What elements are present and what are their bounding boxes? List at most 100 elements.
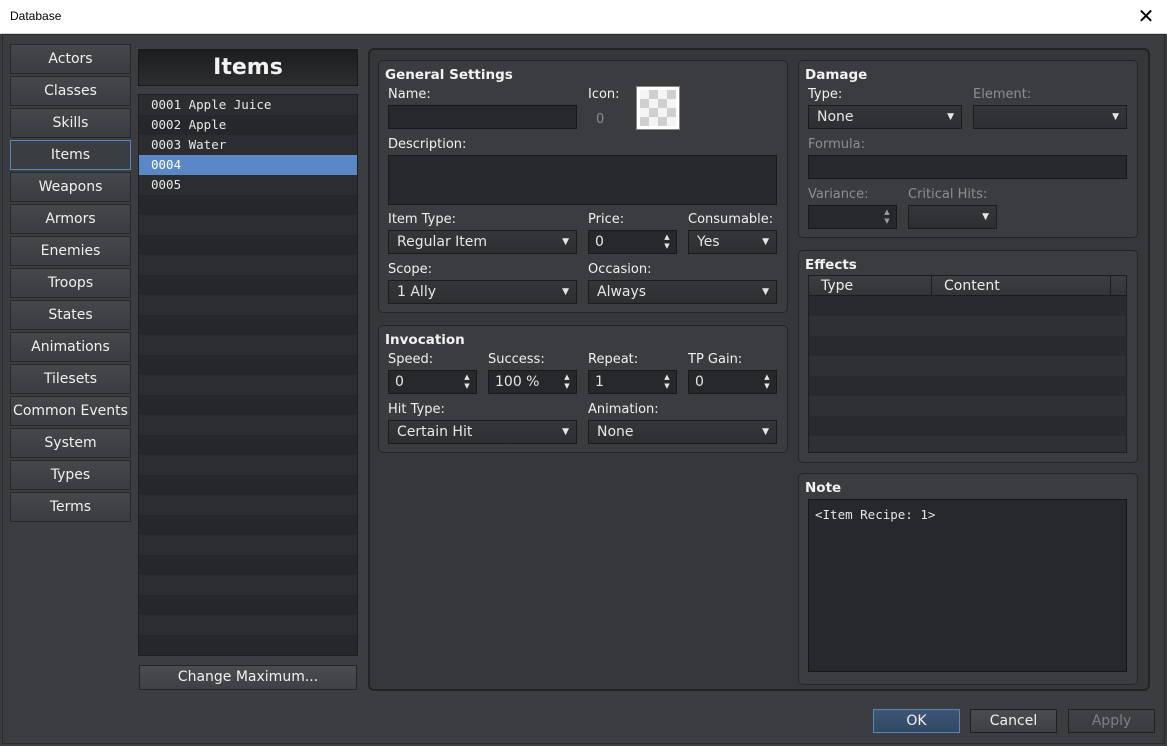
description-field[interactable] (388, 155, 777, 205)
tab-troops[interactable]: Troops (10, 268, 131, 298)
transparent-icon (640, 90, 676, 126)
icon-index: 0 (596, 112, 605, 127)
tab-states[interactable]: States (10, 300, 131, 330)
list-item[interactable]: 0001 Apple Juice (139, 95, 357, 115)
close-icon[interactable]: ✕ (1135, 5, 1157, 27)
animation-dropdown[interactable]: None ▼ (588, 420, 777, 444)
speed-stepper[interactable]: 0 ▲ ▼ (388, 370, 477, 394)
damage-type-dropdown[interactable]: None ▼ (808, 105, 962, 129)
animation-label: Animation: (588, 402, 659, 417)
name-field[interactable] (388, 105, 577, 129)
repeat-value: 1 (595, 374, 604, 390)
tab-terms[interactable]: Terms (10, 492, 131, 522)
cancel-button[interactable]: Cancel (970, 709, 1057, 733)
tab-types[interactable]: Types (10, 460, 131, 490)
effects-table-header: Type Content (809, 276, 1126, 296)
tab-animations[interactable]: Animations (10, 332, 131, 362)
critical-hits-label: Critical Hits: (908, 187, 988, 202)
formula-field[interactable] (808, 155, 1127, 179)
damage-title: Damage (805, 67, 868, 83)
hit-type-value: Certain Hit (397, 424, 473, 440)
spin-arrows-icon[interactable]: ▲ ▼ (462, 373, 472, 391)
tab-items[interactable]: Items (10, 140, 131, 170)
spin-arrows-icon[interactable]: ▲ ▼ (662, 373, 672, 391)
item-type-dropdown[interactable]: Regular Item ▼ (388, 230, 577, 254)
chevron-down-icon: ▼ (562, 287, 569, 297)
repeat-stepper[interactable]: 1 ▲ ▼ (588, 370, 677, 394)
tab-common-events[interactable]: Common Events (10, 396, 131, 426)
tab-armors[interactable]: Armors (10, 204, 131, 234)
price-label: Price: (588, 212, 625, 227)
damage-type-value: None (817, 109, 854, 125)
tab-tilesets[interactable]: Tilesets (10, 364, 131, 394)
list-item[interactable]: 0002 Apple (139, 115, 357, 135)
window-title: Database (10, 9, 62, 23)
hit-type-dropdown[interactable]: Certain Hit ▼ (388, 420, 577, 444)
description-label: Description: (388, 137, 467, 152)
spin-arrows-icon[interactable]: ▲ ▼ (882, 208, 892, 226)
icon-label: Icon: (588, 87, 620, 102)
list-item[interactable]: 0004 (139, 155, 357, 175)
apply-button[interactable]: Apply (1068, 709, 1155, 733)
invocation-title: Invocation (385, 332, 465, 348)
chevron-down-icon: ▼ (762, 427, 769, 437)
general-settings-title: General Settings (385, 67, 513, 83)
chevron-down-icon: ▼ (562, 427, 569, 437)
note-title: Note (805, 480, 842, 496)
spin-arrows-icon[interactable]: ▲ ▼ (662, 233, 672, 251)
consumable-dropdown[interactable]: Yes ▼ (688, 230, 777, 254)
damage-type-label: Type: (808, 87, 843, 102)
success-stepper[interactable]: 100 % ▲ ▼ (488, 370, 577, 394)
speed-value: 0 (395, 374, 404, 390)
variance-stepper[interactable]: ▲ ▼ (808, 205, 897, 229)
chevron-down-icon: ▼ (762, 287, 769, 297)
speed-label: Speed: (388, 352, 434, 367)
tp-gain-label: TP Gain: (688, 352, 743, 367)
change-maximum-button[interactable]: Change Maximum... (139, 665, 357, 690)
tab-skills[interactable]: Skills (10, 108, 131, 138)
item-type-label: Item Type: (388, 212, 456, 227)
tab-enemies[interactable]: Enemies (10, 236, 131, 266)
tab-classes[interactable]: Classes (10, 76, 131, 106)
scope-value: 1 Ally (397, 284, 436, 300)
consumable-value: Yes (697, 234, 720, 250)
effects-col-content[interactable]: Content (932, 276, 1111, 296)
element-dropdown[interactable]: ▼ (973, 105, 1127, 129)
tab-actors[interactable]: Actors (10, 44, 131, 74)
tab-system[interactable]: System (10, 428, 131, 458)
chevron-down-icon: ▼ (1112, 112, 1119, 122)
effects-col-type[interactable]: Type (809, 276, 932, 296)
price-stepper[interactable]: 0 ▲ ▼ (588, 230, 677, 254)
tp-gain-stepper[interactable]: 0 ▲ ▼ (688, 370, 777, 394)
success-label: Success: (488, 352, 545, 367)
item-type-value: Regular Item (397, 234, 488, 250)
scope-dropdown[interactable]: 1 Ally ▼ (388, 280, 577, 304)
variance-label: Variance: (808, 187, 869, 202)
element-label: Element: (973, 87, 1032, 102)
name-label: Name: (388, 87, 431, 102)
icon-picker[interactable] (636, 86, 680, 130)
list-item[interactable]: 0005 (139, 175, 357, 195)
spin-arrows-icon[interactable]: ▲ ▼ (562, 373, 572, 391)
chevron-down-icon: ▼ (762, 237, 769, 247)
critical-hits-dropdown[interactable]: ▼ (908, 205, 997, 229)
title-bar: Database ✕ (0, 0, 1167, 34)
ok-button[interactable]: OK (873, 709, 960, 733)
hit-type-label: Hit Type: (388, 402, 445, 417)
price-value: 0 (595, 234, 604, 250)
occasion-value: Always (597, 284, 647, 300)
occasion-label: Occasion: (588, 262, 652, 277)
chevron-down-icon: ▼ (947, 112, 954, 122)
scope-label: Scope: (388, 262, 432, 277)
occasion-dropdown[interactable]: Always ▼ (588, 280, 777, 304)
effects-table[interactable]: Type Content (808, 275, 1127, 453)
tab-weapons[interactable]: Weapons (10, 172, 131, 202)
effects-title: Effects (805, 257, 857, 273)
note-textarea[interactable]: <Item Recipe: 1> (808, 499, 1127, 672)
success-value: 100 % (495, 374, 540, 390)
category-tabs: Actors Classes Skills Items Weapons Armors Ene… (10, 44, 131, 524)
items-list[interactable]: 0001 Apple Juice 0002 Apple 0003 Water 0004… (138, 94, 358, 656)
spin-arrows-icon[interactable]: ▲ ▼ (762, 373, 772, 391)
list-item[interactable]: 0003 Water (139, 135, 357, 155)
repeat-label: Repeat: (588, 352, 639, 367)
